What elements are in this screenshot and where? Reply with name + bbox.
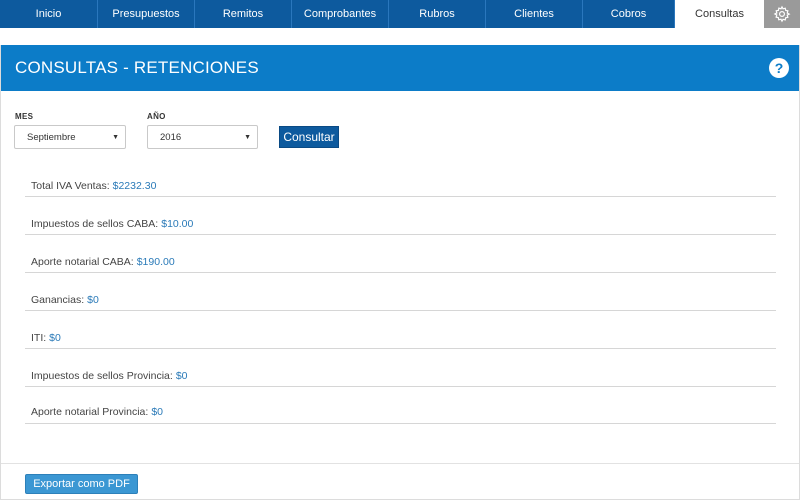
result-value: $0 [87, 294, 99, 306]
result-row: Impuestos de sellos CABA: $10.00 [25, 197, 776, 235]
footer-divider [1, 463, 799, 464]
tab-consultas[interactable]: Consultas [675, 0, 764, 28]
tab-label: Presupuestos [112, 8, 180, 20]
tab-label: Consultas [695, 8, 744, 20]
tab-label: Remitos [222, 8, 264, 20]
tab-inicio[interactable]: Inicio [0, 0, 98, 28]
tab-label: Clientes [514, 8, 554, 20]
chevron-down-icon: ▼ [244, 134, 251, 141]
result-row: Aporte notarial CABA: $190.00 [25, 235, 776, 273]
result-label: ITI: [31, 332, 47, 344]
year-select[interactable]: 2016 ▼ [147, 125, 258, 149]
tab-remitos[interactable]: Remitos [195, 0, 292, 28]
tab-rubros[interactable]: Rubros [389, 0, 486, 28]
year-label: AÑO [147, 112, 166, 121]
result-label: Aporte notarial CABA: [31, 256, 134, 268]
result-row: Impuestos de sellos Provincia: $0 [25, 349, 776, 387]
tab-comprobantes[interactable]: Comprobantes [292, 0, 389, 28]
month-select-value: Septiembre [27, 131, 76, 143]
tab-label: Cobros [610, 8, 647, 20]
result-value: $2232.30 [112, 180, 157, 192]
result-label: Aporte notarial Provincia: [31, 406, 149, 418]
chevron-down-icon: ▼ [112, 134, 119, 141]
consultar-button[interactable]: Consultar [279, 126, 339, 148]
settings-button[interactable] [764, 0, 800, 28]
result-value: $190.00 [136, 256, 175, 268]
tab-label: Inicio [35, 8, 62, 20]
result-row: Total IVA Ventas: $2232.30 [25, 172, 776, 197]
tab-clientes[interactable]: Clientes [486, 0, 583, 28]
result-label: Ganancias: [31, 294, 85, 306]
tab-label: Rubros [419, 8, 455, 20]
result-row: Aporte notarial Provincia: $0 [25, 387, 776, 424]
question-mark-icon[interactable]: ? [769, 58, 789, 78]
result-value: $0 [175, 370, 188, 382]
gear-icon [773, 5, 791, 23]
result-label: Impuestos de sellos Provincia: [31, 370, 173, 382]
month-select[interactable]: Septiembre ▼ [14, 125, 126, 149]
result-label: Impuestos de sellos CABA: [31, 218, 159, 230]
result-value: $0 [49, 332, 61, 344]
tab-presupuestos[interactable]: Presupuestos [98, 0, 195, 28]
month-label: MES [15, 112, 34, 121]
result-label: Total IVA Ventas: [31, 180, 110, 192]
result-row: ITI: $0 [25, 311, 776, 349]
year-select-value: 2016 [160, 131, 182, 143]
tab-label: Comprobantes [303, 8, 377, 20]
main-nav: Inicio Presupuestos Remitos Comprobantes… [0, 0, 800, 28]
result-value: $0 [151, 406, 163, 418]
result-value: $10.00 [161, 218, 194, 230]
result-row: Ganancias: $0 [25, 273, 776, 311]
tab-cobros[interactable]: Cobros [583, 0, 675, 28]
panel-header: CONSULTAS - RETENCIONES ? [1, 45, 799, 91]
export-pdf-button[interactable]: Exportar como PDF [25, 474, 138, 494]
page-title: CONSULTAS - RETENCIONES [15, 58, 259, 77]
